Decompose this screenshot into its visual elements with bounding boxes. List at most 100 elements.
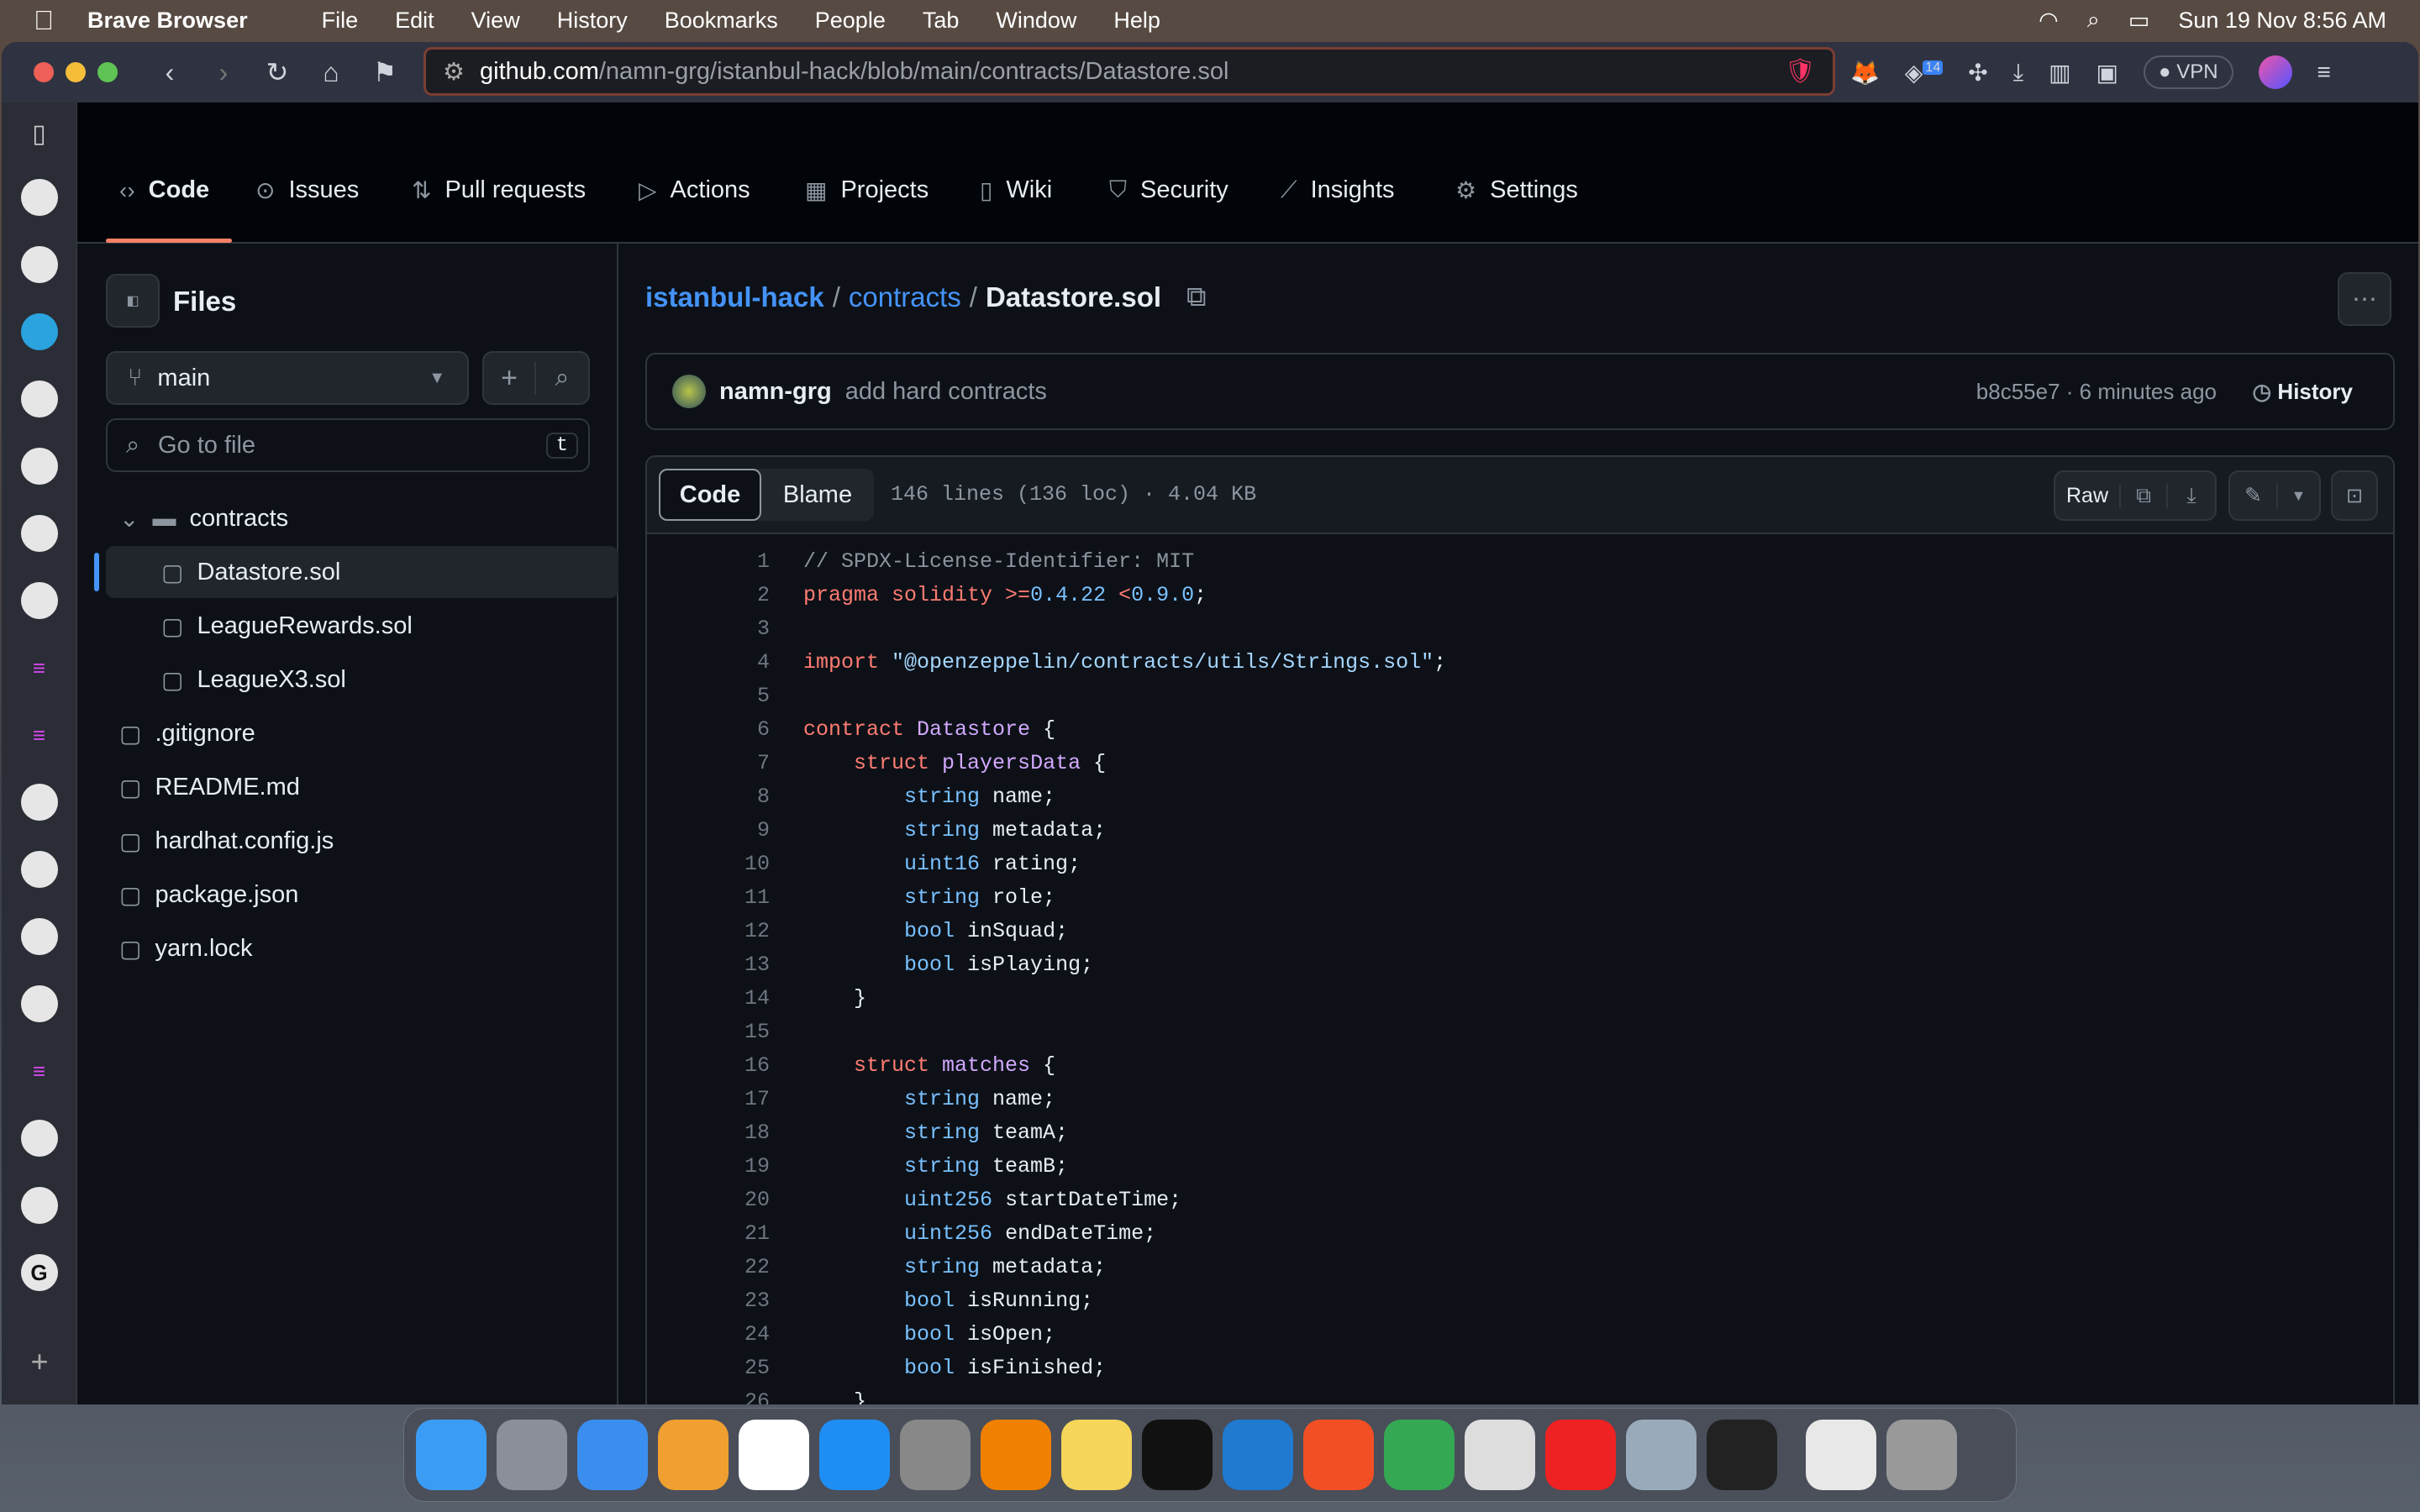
dock-terminal-icon[interactable] <box>1142 1420 1213 1490</box>
download-icon[interactable]: ⤓ <box>2013 59 2023 87</box>
sidebar-notes-icon[interactable] <box>20 851 58 888</box>
tree-file[interactable]: ▢ README.md <box>106 761 618 813</box>
dock-vlc-icon[interactable] <box>981 1420 1051 1490</box>
tab-code[interactable]: ‹› Code <box>119 176 209 204</box>
symbols-panel-button[interactable]: ⊡ <box>2331 470 2378 521</box>
line-number[interactable]: 15 <box>647 1020 770 1053</box>
line-number[interactable]: 26 <box>647 1389 770 1404</box>
copy-path-icon[interactable]: ⧉ <box>1186 281 1207 313</box>
tree-file[interactable]: ▢ Datastore.sol <box>94 546 618 598</box>
chevron-down-icon[interactable]: ⌄ <box>119 505 139 533</box>
dock-basketball-icon[interactable] <box>1806 1420 1876 1490</box>
tree-file[interactable]: ▢ LeagueX3.sol <box>106 654 618 706</box>
dock-finder-icon[interactable] <box>416 1420 487 1490</box>
dock-wps-office-icon[interactable] <box>1545 1420 1616 1490</box>
add-sidebar-item-icon[interactable]: + <box>2 1344 77 1379</box>
line-number[interactable]: 10 <box>647 852 770 885</box>
metamask-icon[interactable]: 🦊 <box>1850 59 1880 87</box>
maximize-window-button[interactable] <box>97 62 118 82</box>
edit-dropdown-button[interactable]: ▼ <box>2278 487 2319 505</box>
tree-folder[interactable]: ⌄ ▬ contracts <box>106 492 618 544</box>
blame-view-tab[interactable]: Blame <box>761 469 874 521</box>
menu-file[interactable]: File <box>322 8 359 34</box>
tab-settings[interactable]: ⚙ Settings <box>1455 176 1578 204</box>
minimize-window-button[interactable] <box>66 62 86 82</box>
sidebar-web3-icon[interactable]: ≡ <box>21 649 58 686</box>
history-button[interactable]: ◷ History <box>2253 379 2354 405</box>
commit-sha[interactable]: b8c55e7 <box>1976 379 2060 404</box>
sidebar-toggle-icon[interactable]: ▥ <box>2049 59 2070 87</box>
menu-icon[interactable]: ≡ <box>2317 59 2331 86</box>
sidebar-chatgpt-icon[interactable] <box>20 784 58 821</box>
dock-brave-icon[interactable] <box>1303 1420 1374 1490</box>
line-number[interactable]: 16 <box>647 1053 770 1087</box>
sidebar-panel-icon[interactable]: ▯ <box>2 119 76 149</box>
breadcrumb-dir-link[interactable]: contracts <box>849 281 961 313</box>
line-number[interactable]: 1 <box>647 549 770 583</box>
sidebar-google-icon[interactable]: G <box>20 1254 58 1291</box>
tree-file[interactable]: ▢ package.json <box>106 869 618 921</box>
profile-avatar[interactable] <box>2258 55 2292 89</box>
dock-system-settings-icon[interactable] <box>900 1420 971 1490</box>
tab-projects[interactable]: ▦ Projects <box>805 176 929 204</box>
breadcrumb-repo-link[interactable]: istanbul-hack <box>645 281 824 313</box>
wifi-icon[interactable]: ◠ <box>2039 8 2059 34</box>
search-icon[interactable]: ⌕ <box>2087 7 2100 34</box>
tab-wiki[interactable]: ▯ Wiki <box>980 176 1052 204</box>
brave-shields-icon[interactable]: 🛡 <box>1785 57 1816 86</box>
dock-preview-icon[interactable] <box>1626 1420 1697 1490</box>
line-number[interactable]: 4 <box>647 650 770 684</box>
vpn-button[interactable]: ● VPN <box>2144 55 2233 89</box>
line-number[interactable]: 13 <box>647 953 770 986</box>
line-number[interactable]: 23 <box>647 1289 770 1322</box>
sidebar-podcast-icon[interactable] <box>20 1120 58 1157</box>
extension-icon[interactable]: ◈ 14 <box>1905 59 1944 87</box>
sidebar-medium-icon[interactable] <box>20 448 58 485</box>
commit-message[interactable]: add hard contracts <box>845 378 1047 406</box>
sidebar-github-icon[interactable] <box>20 381 58 417</box>
raw-button[interactable]: Raw <box>2055 483 2121 508</box>
collapse-files-button[interactable]: ◧ <box>106 274 160 328</box>
dock-chrome-icon[interactable] <box>1384 1420 1455 1490</box>
line-number[interactable]: 21 <box>647 1221 770 1255</box>
dock-calendar-icon[interactable] <box>739 1420 809 1490</box>
address-bar[interactable]: ⚙ github.com/namn-grg/istanbul-hack/blob… <box>424 47 1835 96</box>
line-number[interactable]: 2 <box>647 583 770 617</box>
download-raw-button[interactable]: ⤓ <box>2168 484 2215 508</box>
forward-icon[interactable]: › <box>197 57 250 88</box>
menu-help[interactable]: Help <box>1113 8 1160 34</box>
apple-icon[interactable]:  <box>34 5 54 36</box>
branch-selector[interactable]: ⑂ main ▼ <box>106 351 469 405</box>
line-number[interactable]: 14 <box>647 986 770 1020</box>
menu-edit[interactable]: Edit <box>395 8 434 34</box>
dock-activity-monitor-icon[interactable] <box>1707 1420 1777 1490</box>
back-icon[interactable]: ‹ <box>143 57 197 88</box>
line-number[interactable]: 6 <box>647 717 770 751</box>
menu-bookmarks[interactable]: Bookmarks <box>665 8 778 34</box>
sidebar-web3-icon[interactable]: ≡ <box>21 1053 58 1089</box>
clock[interactable]: Sun 19 Nov 8:56 AM <box>2178 8 2386 34</box>
sidebar-github-icon[interactable] <box>20 515 58 552</box>
line-number[interactable]: 20 <box>647 1188 770 1221</box>
dock-launchpad-icon[interactable] <box>497 1420 567 1490</box>
sidebar-notes-icon[interactable] <box>20 918 58 955</box>
home-icon[interactable]: ⌂ <box>304 57 358 88</box>
commit-author[interactable]: namn-grg <box>719 378 832 406</box>
line-number[interactable]: 24 <box>647 1322 770 1356</box>
menu-app-name[interactable]: Brave Browser <box>87 8 248 34</box>
tree-file[interactable]: ▢ .gitignore <box>106 707 618 759</box>
sidebar-notes-icon[interactable] <box>20 985 58 1022</box>
dock-app-store-icon[interactable] <box>819 1420 890 1490</box>
tab-pull-requests[interactable]: ⇅ Pull requests <box>412 176 586 204</box>
tab-issues[interactable]: ⊙ Issues <box>255 176 359 204</box>
line-number[interactable]: 22 <box>647 1255 770 1289</box>
dock-trash-icon[interactable] <box>1886 1420 1957 1490</box>
line-number[interactable]: 11 <box>647 885 770 919</box>
dock-notes-icon[interactable] <box>1061 1420 1132 1490</box>
tree-file[interactable]: ▢ yarn.lock <box>106 922 618 974</box>
dock-photos-icon[interactable] <box>658 1420 729 1490</box>
sidebar-github-icon[interactable] <box>20 1187 58 1224</box>
edit-file-button[interactable]: ✎ <box>2230 483 2278 508</box>
line-number[interactable]: 25 <box>647 1356 770 1389</box>
sidebar-telegram-icon[interactable] <box>20 313 58 350</box>
